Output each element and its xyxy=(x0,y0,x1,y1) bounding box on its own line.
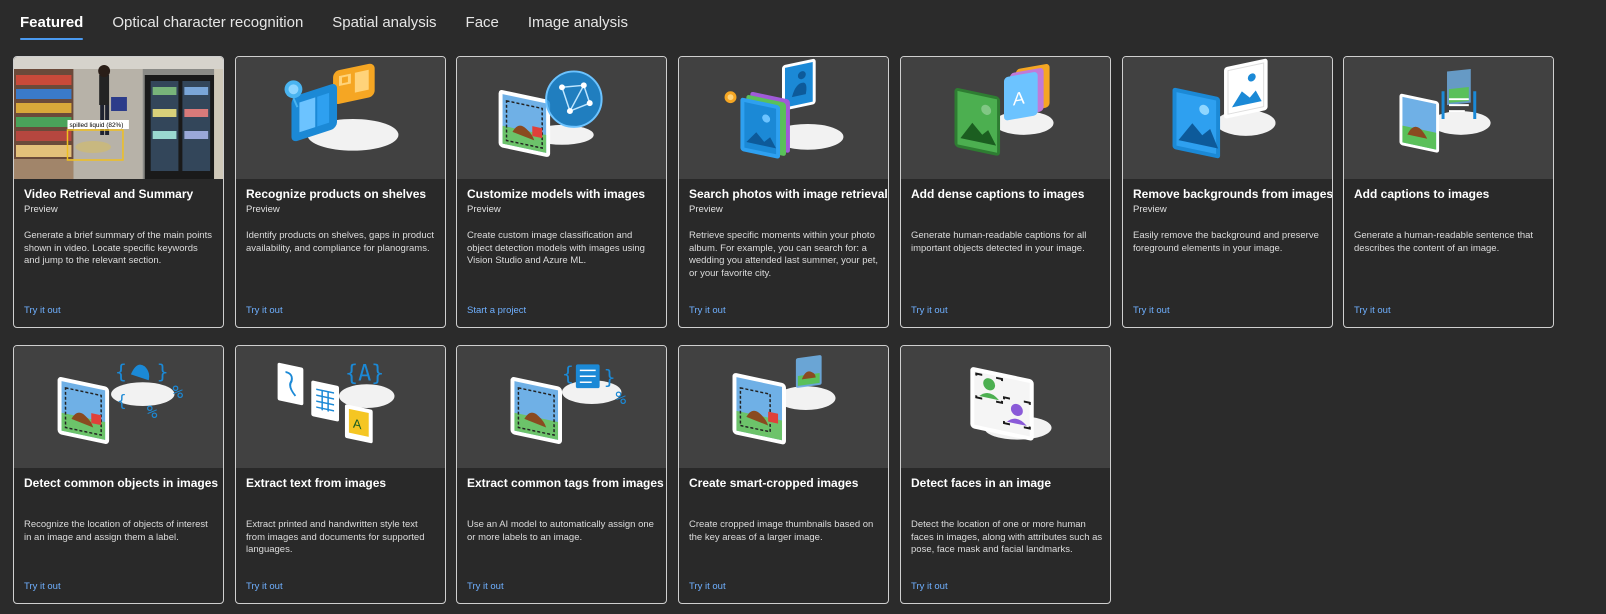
preview-badge: Preview xyxy=(1133,204,1167,215)
svg-text:%: % xyxy=(172,382,183,403)
svg-text:%: % xyxy=(147,402,158,423)
try-it-out-link[interactable]: Try it out xyxy=(1354,305,1391,316)
card-title: Detect faces in an image xyxy=(911,476,1052,490)
card-detect-faces[interactable]: Detect faces in an image Detect the loca… xyxy=(900,345,1111,604)
store-video-thumbnail: spilled liquid (82%) xyxy=(14,57,223,179)
card-search-photos[interactable]: Search photos with image retrieval Previ… xyxy=(678,56,889,328)
card-detect-objects[interactable]: { } % % { Detect common objects in image… xyxy=(13,345,224,604)
card-description: Generate a brief summary of the main poi… xyxy=(24,230,212,266)
card-description: Detect the location of one or more human… xyxy=(911,519,1103,555)
photo-search-icon xyxy=(679,57,888,179)
card-remove-backgrounds[interactable]: Remove backgrounds from images Preview E… xyxy=(1122,56,1333,328)
card-title: Recognize products on shelves xyxy=(246,187,427,201)
card-title: Add dense captions to images xyxy=(911,187,1085,201)
preview-badge: Preview xyxy=(246,204,280,215)
detection-label: spilled liquid (82%) xyxy=(69,122,123,129)
card-extract-tags[interactable]: { } % Extract common tags from images Us… xyxy=(456,345,667,604)
try-it-out-link[interactable]: Try it out xyxy=(246,581,283,592)
card-description: Create custom image classification and o… xyxy=(467,230,645,266)
svg-text:A: A xyxy=(1013,88,1025,110)
card-description: Generate human-readable captions for all… xyxy=(911,230,1087,254)
card-dense-captions[interactable]: A Add dense captions to images Generate … xyxy=(900,56,1111,328)
card-recognize-products[interactable]: Recognize products on shelves Preview Id… xyxy=(235,56,446,328)
card-description: Extract printed and handwritten style te… xyxy=(246,519,425,555)
try-it-out-link[interactable]: Try it out xyxy=(689,581,726,592)
card-add-captions[interactable]: Add captions to images Generate a human-… xyxy=(1343,56,1554,328)
tab-image-analysis[interactable]: Image analysis xyxy=(528,0,628,40)
svg-text:}: } xyxy=(604,366,616,389)
card-description: Generate a human-readable sentence that … xyxy=(1354,230,1534,254)
tab-spatial-analysis[interactable]: Spatial analysis xyxy=(332,0,436,40)
card-title: Add captions to images xyxy=(1354,187,1490,201)
face-detection-icon xyxy=(901,346,1110,468)
card-title: Detect common objects in images xyxy=(24,476,219,490)
card-title: Extract text from images xyxy=(246,476,387,490)
caption-icon xyxy=(1344,57,1553,179)
start-a-project-link[interactable]: Start a project xyxy=(467,305,526,316)
tagging-icon: { } % xyxy=(457,346,666,468)
card-extract-text[interactable]: {A} A Extract text from images Extract p… xyxy=(235,345,446,604)
card-title: Extract common tags from images xyxy=(467,476,664,490)
tab-optical-character-recognition[interactable]: Optical character recognition xyxy=(112,0,303,40)
tab-bar: Featured Optical character recognition S… xyxy=(20,0,657,44)
card-video-retrieval[interactable]: spilled liquid (82%) Video Retrieval and… xyxy=(13,56,224,328)
preview-badge: Preview xyxy=(689,204,723,215)
svg-text:}: } xyxy=(157,360,169,383)
tab-featured[interactable]: Featured xyxy=(20,0,84,40)
card-description: Easily remove the background and preserv… xyxy=(1133,230,1319,254)
try-it-out-link[interactable]: Try it out xyxy=(911,581,948,592)
card-description: Retrieve specific moments within your ph… xyxy=(689,230,879,279)
try-it-out-link[interactable]: Try it out xyxy=(246,305,283,316)
try-it-out-link[interactable]: Try it out xyxy=(911,305,948,316)
smart-crop-icon xyxy=(679,346,888,468)
ocr-icon: {A} A xyxy=(236,346,445,468)
card-title: Search photos with image retrieval xyxy=(689,187,888,201)
svg-text:%: % xyxy=(615,388,626,409)
svg-text:{: { xyxy=(115,360,127,383)
card-title: Customize models with images xyxy=(467,187,646,201)
card-description: Recognize the location of objects of int… xyxy=(24,519,208,543)
card-title: Create smart-cropped images xyxy=(689,476,859,490)
product-shelf-icon xyxy=(236,57,445,179)
card-title: Video Retrieval and Summary xyxy=(24,187,194,201)
preview-badge: Preview xyxy=(24,204,58,215)
try-it-out-link[interactable]: Try it out xyxy=(24,305,61,316)
object-detection-icon: { } % % { xyxy=(14,346,223,468)
svg-text:{: { xyxy=(117,391,127,410)
card-description: Create cropped image thumbnails based on… xyxy=(689,519,874,543)
custom-model-icon xyxy=(457,57,666,179)
try-it-out-link[interactable]: Try it out xyxy=(689,305,726,316)
svg-text:A: A xyxy=(353,416,362,433)
try-it-out-link[interactable]: Try it out xyxy=(1133,305,1170,316)
card-title: Remove backgrounds from images xyxy=(1133,187,1333,201)
try-it-out-link[interactable]: Try it out xyxy=(24,581,61,592)
svg-text:{: { xyxy=(562,362,574,385)
preview-badge: Preview xyxy=(467,204,501,215)
try-it-out-link[interactable]: Try it out xyxy=(467,581,504,592)
card-customize-models[interactable]: Customize models with images Preview Cre… xyxy=(456,56,667,328)
card-smart-crop[interactable]: Create smart-cropped images Create cropp… xyxy=(678,345,889,604)
background-removal-icon xyxy=(1123,57,1332,179)
tab-face[interactable]: Face xyxy=(466,0,499,40)
dense-caption-icon: A xyxy=(901,57,1110,179)
card-description: Identify products on shelves, gaps in pr… xyxy=(246,230,435,254)
svg-text:{A}: {A} xyxy=(345,361,384,386)
card-description: Use an AI model to automatically assign … xyxy=(467,519,654,543)
